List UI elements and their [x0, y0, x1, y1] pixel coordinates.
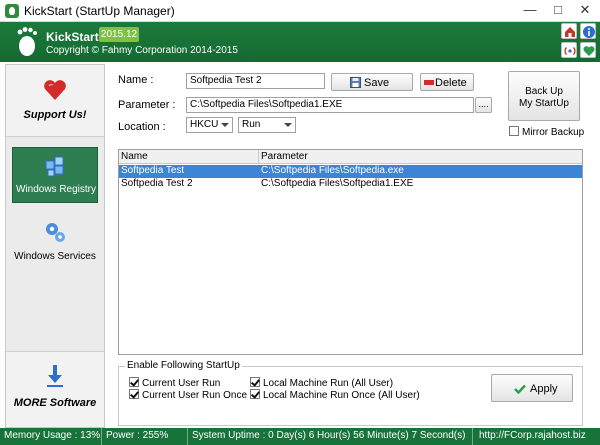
table-row[interactable]: Softpedia Test 2 C:\Softpedia Files\Soft… — [119, 178, 582, 191]
group-title: Enable Following StartUp — [125, 360, 242, 371]
minimize-icon[interactable]: — — [515, 0, 545, 22]
checkmark-icon — [514, 384, 526, 394]
save-button[interactable]: Save — [331, 73, 413, 91]
delete-icon — [424, 80, 434, 85]
status-bar: Memory Usage : 13% Power : 255% System U… — [0, 428, 600, 445]
app-name: KickStart — [46, 30, 99, 44]
backup-label-line2: My StartUp — [518, 98, 569, 109]
checkbox-box[interactable] — [509, 126, 519, 136]
checkbox-box[interactable] — [129, 389, 139, 399]
current-user-run-checkbox[interactable]: Current User Run — [129, 377, 220, 389]
local-machine-run-once-label: Local Machine Run Once (All User) — [263, 390, 420, 401]
chevron-down-icon — [284, 123, 292, 127]
apply-button[interactable]: Apply — [491, 374, 573, 402]
mirror-backup-checkbox[interactable]: Mirror Backup — [509, 126, 584, 138]
favorite-icon[interactable] — [580, 42, 596, 58]
save-icon — [350, 77, 361, 88]
memory-usage: Memory Usage : 13% — [0, 428, 102, 445]
windows-registry-label: Windows Registry — [15, 184, 97, 195]
table-header: Name Parameter — [119, 150, 582, 164]
browse-button[interactable]: .... — [475, 97, 492, 113]
key-value: Run — [242, 119, 261, 130]
hive-select[interactable]: HKCU — [186, 117, 233, 133]
hive-value: HKCU — [190, 119, 219, 130]
chevron-down-icon — [221, 123, 229, 127]
column-parameter-header[interactable]: Parameter — [259, 150, 582, 164]
power-status: Power : 255% — [102, 428, 188, 445]
download-icon — [47, 365, 63, 387]
registry-icon — [45, 156, 64, 177]
parameter-label: Parameter : — [118, 99, 176, 111]
windows-services-label: Windows Services — [14, 251, 96, 262]
more-software-label: MORE Software — [13, 397, 97, 409]
rss-icon[interactable] — [561, 42, 577, 58]
sidebar-item-windows-registry[interactable]: Windows Registry — [12, 147, 98, 203]
close-icon[interactable]: ✕ — [570, 0, 600, 22]
parameter-input[interactable]: C:\Softpedia Files\Softpedia1.EXE — [186, 97, 474, 113]
support-us-button[interactable]: Support Us! — [6, 65, 104, 137]
row-name: Softpedia Test — [121, 165, 185, 176]
system-uptime: System Uptime : 0 Day(s) 6 Hour(s) 56 Mi… — [188, 428, 473, 445]
foot-logo-icon — [17, 27, 37, 56]
column-name-header[interactable]: Name — [119, 150, 259, 164]
window-title: KickStart (StartUp Manager) — [24, 4, 175, 18]
current-user-run-label: Current User Run — [142, 378, 221, 389]
sidebar: Support Us! Windows Registry Windows Ser… — [5, 64, 105, 428]
app-icon — [5, 4, 19, 18]
table-row[interactable]: Softpedia Test C:\Softpedia Files\Softpe… — [119, 165, 582, 178]
title-bar: KickStart (StartUp Manager) — □ ✕ — [0, 0, 600, 22]
more-software-button[interactable]: MORE Software — [6, 351, 104, 427]
version-badge: 2015.12 — [99, 27, 139, 42]
maximize-icon[interactable]: □ — [543, 0, 573, 22]
website-link[interactable]: http://FCorp.rajahost.biz — [473, 428, 600, 445]
row-name: Softpedia Test 2 — [121, 178, 193, 189]
delete-button[interactable]: Delete — [420, 73, 474, 91]
key-select[interactable]: Run — [238, 117, 296, 133]
checkbox-box[interactable] — [250, 377, 260, 387]
support-us-label: Support Us! — [23, 109, 87, 121]
location-label: Location : — [118, 121, 166, 133]
row-parameter: C:\Softpedia Files\Softpedia1.EXE — [261, 178, 414, 189]
row-parameter: C:\Softpedia Files\Softpedia.exe — [261, 165, 404, 176]
local-machine-run-label: Local Machine Run (All User) — [263, 378, 394, 389]
home-icon[interactable] — [561, 23, 577, 39]
save-label: Save — [364, 77, 390, 89]
name-label: Name : — [118, 74, 154, 86]
startup-table: Name Parameter Softpedia Test C:\Softped… — [118, 149, 583, 355]
local-machine-run-once-checkbox[interactable]: Local Machine Run Once (All User) — [250, 389, 420, 401]
apply-label: Apply — [530, 383, 558, 395]
checkbox-box[interactable] — [129, 377, 139, 387]
current-user-run-once-label: Current User Run Once — [142, 390, 248, 401]
local-machine-run-checkbox[interactable]: Local Machine Run (All User) — [250, 377, 393, 389]
heart-icon — [44, 80, 66, 100]
backup-startup-button[interactable]: Back Up My StartUp — [508, 71, 580, 121]
info-icon[interactable] — [580, 23, 596, 39]
delete-label: Delete — [435, 77, 467, 89]
copyright-text: Copyright © Fahmy Corporation 2014-2015 — [46, 45, 238, 56]
sidebar-item-windows-services[interactable]: Windows Services — [12, 215, 98, 271]
backup-label-line1: Back Up — [525, 86, 563, 97]
name-input[interactable]: Softpedia Test 2 — [186, 73, 325, 89]
checkbox-box[interactable] — [250, 389, 260, 399]
enable-startup-group: Enable Following StartUp Current User Ru… — [118, 360, 583, 426]
mirror-backup-label: Mirror Backup — [522, 127, 585, 138]
current-user-run-once-checkbox[interactable]: Current User Run Once — [129, 389, 247, 401]
app-header: KickStart 2015.12 Copyright © Fahmy Corp… — [0, 22, 600, 62]
gear-icon — [46, 223, 65, 242]
